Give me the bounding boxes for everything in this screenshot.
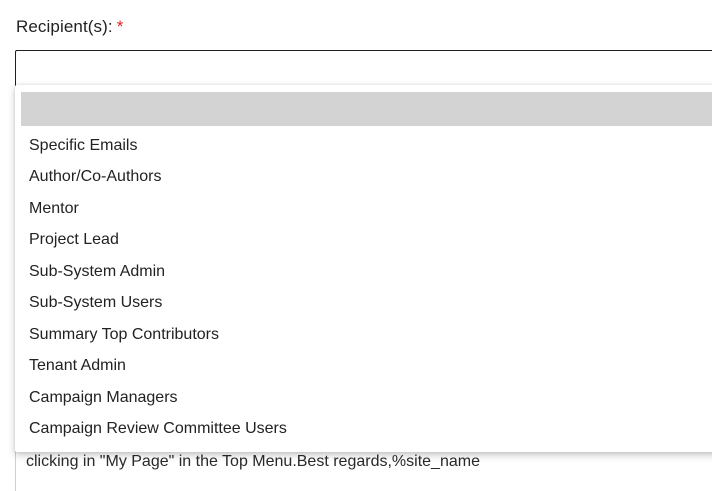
- dropdown-option-campaign-managers[interactable]: Campaign Managers: [29, 386, 178, 410]
- dropdown-option-specific-emails[interactable]: Specific Emails: [29, 134, 137, 158]
- dropdown-option-sub-system-admin[interactable]: Sub-System Admin: [29, 260, 165, 284]
- required-marker: *: [116, 17, 124, 36]
- recipients-label-text: Recipient(s):: [16, 17, 113, 36]
- dropdown-option-empty[interactable]: [21, 92, 712, 126]
- dropdown-option-author-co-authors[interactable]: Author/Co-Authors: [29, 165, 162, 189]
- dropdown-option-project-lead[interactable]: Project Lead: [29, 228, 119, 252]
- recipients-label: Recipient(s): *: [16, 17, 123, 37]
- dropdown-option-mentor[interactable]: Mentor: [29, 197, 79, 221]
- dropdown-option-summary-top-contributors[interactable]: Summary Top Contributors: [29, 323, 219, 347]
- dropdown-option-sub-system-users[interactable]: Sub-System Users: [29, 291, 162, 315]
- message-body-text: clicking in "My Page" in the Top Menu.Be…: [26, 453, 480, 470]
- dropdown-option-tenant-admin[interactable]: Tenant Admin: [29, 354, 126, 378]
- recipients-dropdown-list: Specific Emails Author/Co-Authors Mentor…: [15, 85, 712, 452]
- dropdown-option-campaign-review-committee-users[interactable]: Campaign Review Committee Users: [29, 417, 287, 441]
